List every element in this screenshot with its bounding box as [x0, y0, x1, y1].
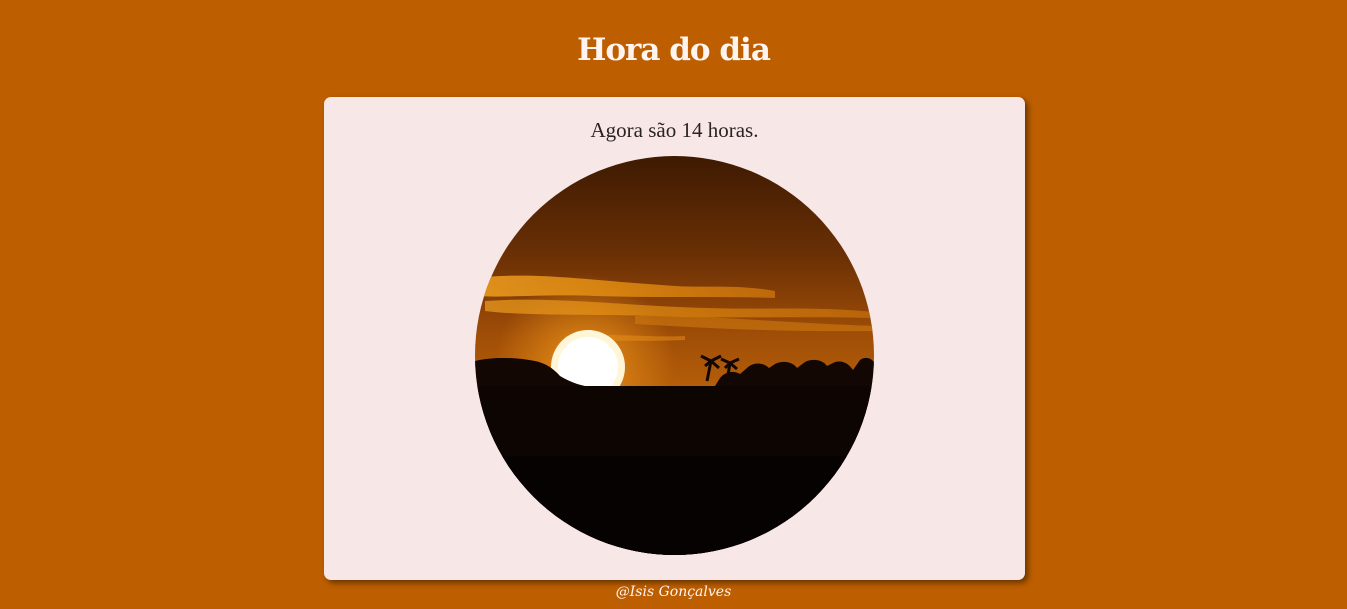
author-credit: @Isis Gonçalves [615, 584, 732, 600]
sunset-image [475, 156, 874, 555]
sunset-photo-graphic [475, 156, 874, 555]
time-card: Agora são 14 horas. [324, 97, 1025, 580]
page-title: Hora do dia [577, 32, 771, 68]
time-message: Agora são 14 horas. [590, 118, 759, 142]
